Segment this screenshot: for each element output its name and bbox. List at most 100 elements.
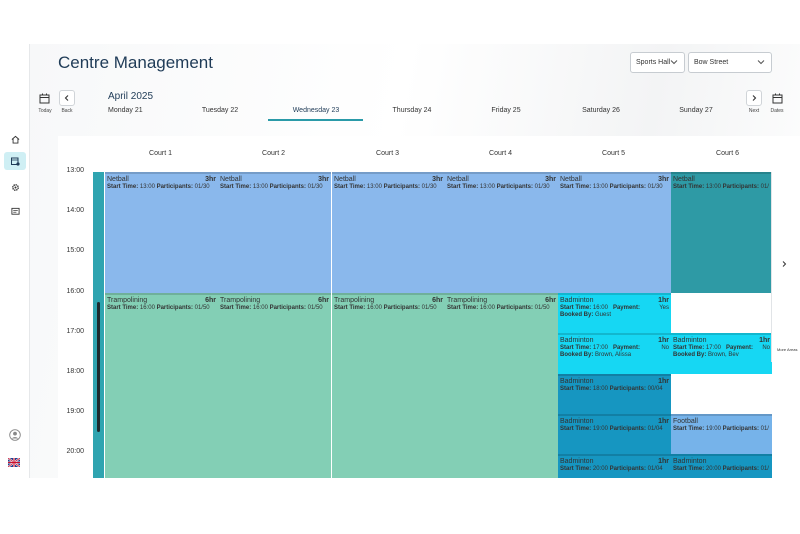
day-tab-sunday[interactable]: Sunday 27	[648, 107, 744, 114]
today-label: Today	[38, 108, 52, 114]
start-time-label: Start Time:	[334, 305, 366, 311]
nav-home[interactable]	[4, 130, 26, 148]
nav-bookings[interactable]	[4, 152, 26, 170]
event-block[interactable]: Badminton Start Time: 20:00 Participants…	[671, 454, 772, 478]
event-booked-by: Brown, Bev	[708, 352, 739, 358]
event-start-time: 13:00	[592, 184, 608, 190]
event-duration: 1hr	[658, 337, 669, 344]
event-name: Trampolining	[220, 297, 261, 304]
event-name: Badminton	[560, 337, 594, 344]
area-select[interactable]: Sports Hall	[630, 52, 685, 73]
selected-day-indicator	[268, 119, 363, 121]
more-areas-panel[interactable]	[771, 172, 795, 362]
event-start-time: 16:00	[479, 305, 495, 311]
participants-label: Participants:	[722, 466, 759, 472]
event-block[interactable]: Netball 3hr Start Time: 13:00 Participan…	[558, 172, 671, 293]
chevron-right-icon	[782, 261, 787, 267]
event-block[interactable]: Badminton 1hr Start Time: 18:00 Particip…	[558, 374, 671, 414]
event-name: Badminton	[673, 458, 707, 465]
language-selector[interactable]	[7, 454, 21, 468]
chevron-left-icon	[64, 95, 69, 101]
app-root: { "page": { "title": "Centre Management"…	[0, 0, 800, 534]
event-start-time: 16:00	[252, 305, 268, 311]
participants-label: Participants:	[383, 305, 420, 311]
day-tab-monday[interactable]: Monday 21	[76, 107, 172, 114]
event-start-time: 13:00	[252, 184, 268, 190]
event-block[interactable]: Trampolining 6hr Start Time: 16:00 Parti…	[105, 293, 218, 478]
start-time-label: Start Time:	[560, 345, 592, 351]
month-label: April 2025	[108, 91, 154, 102]
event-block[interactable]: Badminton 1hr Start Time: 17:00 Payment:…	[671, 333, 772, 374]
event-participants: 01/30	[307, 184, 323, 190]
start-time-label: Start Time:	[560, 184, 592, 190]
event-name: Netball	[560, 176, 582, 183]
more-areas-label: More Areas	[777, 347, 798, 352]
schedule-grid: Court 1 Court 2 Court 3 Court 4 Court 5 …	[58, 136, 800, 478]
event-start-time: 16:00	[366, 305, 382, 311]
participants-label: Participants:	[156, 305, 193, 311]
time-label: 13:00	[66, 167, 84, 174]
event-block[interactable]: Football Start Time: 19:00 Participants:…	[671, 414, 772, 454]
event-block[interactable]: Netball 3hr Start Time: 13:00 Participan…	[445, 172, 558, 293]
event-block[interactable]: Badminton 1hr Start Time: 16:00 Payment:…	[558, 293, 671, 333]
event-start-time: 13:00	[366, 184, 382, 190]
event-participants: 01/30	[534, 184, 550, 190]
start-time-label: Start Time:	[107, 184, 139, 190]
day-tab-saturday[interactable]: Saturday 26	[553, 107, 649, 114]
event-block[interactable]: Badminton 1hr Start Time: 17:00 Payment:…	[558, 333, 671, 374]
participants-label: Participants:	[722, 426, 759, 432]
event-block[interactable]: Trampolining 6hr Start Time: 16:00 Parti…	[218, 293, 331, 478]
participants-label: Participants:	[609, 184, 646, 190]
calendar-icon	[39, 93, 50, 104]
event-block[interactable]: Trampolining 6hr Start Time: 16:00 Parti…	[445, 293, 558, 478]
event-block[interactable]: Badminton 1hr Start Time: 20:00 Particip…	[558, 454, 671, 478]
chevron-down-icon	[757, 60, 765, 65]
day-tab-tuesday[interactable]: Tuesday 22	[172, 107, 268, 114]
event-duration: 1hr	[658, 458, 669, 465]
next-button[interactable]	[746, 90, 762, 106]
event-block[interactable]: Netball 3hr Start Time: 13:00 Participan…	[105, 172, 218, 293]
start-time-label: Start Time:	[673, 184, 705, 190]
event-name: Football	[673, 418, 698, 425]
dates-button[interactable]	[770, 91, 786, 105]
participants-label: Participants:	[383, 184, 420, 190]
event-name: Netball	[107, 176, 129, 183]
event-block[interactable]: Netball 3hr Start Time: 13:00 Participan…	[332, 172, 445, 293]
site-select[interactable]: Bow Street	[688, 52, 772, 73]
event-participants: 01/30	[421, 184, 437, 190]
payment-label: Payment:	[725, 345, 753, 351]
event-block[interactable]: Badminton 1hr Start Time: 19:00 Particip…	[558, 414, 671, 454]
participants-label: Participants:	[269, 305, 306, 311]
event-payment: No	[661, 345, 669, 351]
nav-settings[interactable]	[4, 178, 26, 196]
participants-label: Participants:	[722, 184, 759, 190]
participants-label: Participants:	[156, 184, 193, 190]
day-tab-friday[interactable]: Friday 25	[458, 107, 554, 114]
event-payment: Yes	[659, 305, 669, 311]
court-header: Court 4	[489, 150, 512, 157]
event-duration: 3hr	[658, 176, 669, 183]
start-time-label: Start Time:	[560, 466, 592, 472]
event-name: Netball	[447, 176, 469, 183]
nav-messages[interactable]	[4, 202, 26, 220]
start-time-label: Start Time:	[447, 305, 479, 311]
start-time-label: Start Time:	[673, 345, 705, 351]
day-tab-thursday[interactable]: Thursday 24	[364, 107, 460, 114]
booked-by-label: Booked By:	[560, 312, 594, 318]
event-start-time: 13:00	[479, 184, 495, 190]
day-tab-wednesday[interactable]: Wednesday 23	[268, 107, 364, 114]
profile-button[interactable]	[4, 426, 26, 444]
booked-by-label: Booked By:	[560, 352, 594, 358]
event-participants: 01/	[760, 184, 769, 190]
main-content: Centre Management Sports Hall Bow Street…	[30, 44, 800, 478]
today-button[interactable]	[36, 91, 54, 105]
chevron-down-icon	[670, 60, 678, 65]
start-time-label: Start Time:	[107, 305, 139, 311]
court-header: Court 3	[376, 150, 399, 157]
back-button[interactable]	[59, 90, 75, 106]
event-block[interactable]: Netball 3hr Start Time: 13:00 Participan…	[218, 172, 331, 293]
next-label: Next	[748, 108, 760, 114]
event-block[interactable]: Netball Start Time: 13:00 Participants: …	[671, 172, 772, 293]
event-name: Trampolining	[334, 297, 375, 304]
event-block[interactable]: Trampolining 6hr Start Time: 16:00 Parti…	[332, 293, 445, 478]
